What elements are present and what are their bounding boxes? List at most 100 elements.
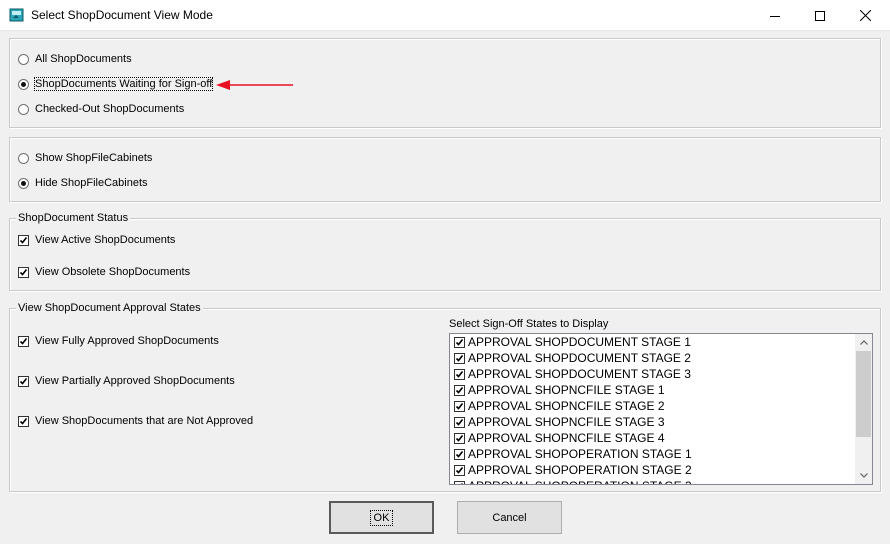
radio-show-cabinets-indicator[interactable]: [18, 152, 29, 164]
radio-show-cabinets[interactable]: Show ShopFileCabinets: [18, 152, 152, 164]
signoff-state-checkbox[interactable]: [454, 464, 465, 476]
signoff-state-label: APPROVAL SHOPOPERATION STAGE 1: [468, 447, 692, 461]
checkmark-icon: [19, 268, 28, 276]
check-not-approved[interactable]: View ShopDocuments that are Not Approved: [18, 415, 253, 427]
signoff-state-label: APPROVAL SHOPOPERATION STAGE 3: [468, 479, 692, 484]
checkmark-icon: [455, 354, 464, 362]
minimize-icon: [770, 15, 780, 17]
checkmark-icon: [455, 402, 464, 410]
check-partially-approved-label: View Partially Approved ShopDocuments: [35, 375, 235, 387]
checkmark-icon: [455, 338, 464, 346]
ok-button[interactable]: OK: [329, 501, 434, 534]
radio-hide-cabinets-label: Hide ShopFileCabinets: [35, 177, 148, 189]
chevron-up-icon: [859, 340, 868, 345]
minimize-button[interactable]: [752, 0, 798, 31]
checkmark-icon: [455, 418, 464, 426]
close-icon: [859, 10, 871, 21]
radio-checked-out[interactable]: Checked-Out ShopDocuments: [18, 103, 184, 115]
cancel-button-label: Cancel: [492, 511, 527, 524]
signoff-state-item[interactable]: APPROVAL SHOPNCFILE STAGE 2: [450, 398, 856, 414]
signoff-state-checkbox[interactable]: [454, 400, 465, 412]
title-bar: Select ShopDocument View Mode: [0, 0, 890, 31]
signoff-state-checkbox[interactable]: [454, 416, 465, 428]
signoff-state-item[interactable]: APPROVAL SHOPNCFILE STAGE 3: [450, 414, 856, 430]
signoff-state-item[interactable]: APPROVAL SHOPNCFILE STAGE 4: [450, 430, 856, 446]
signoff-state-item[interactable]: APPROVAL SHOPOPERATION STAGE 3: [450, 478, 856, 484]
checkmark-icon: [455, 450, 464, 458]
check-partially-approved-box[interactable]: [18, 375, 29, 387]
checkmark-icon: [455, 370, 464, 378]
red-arrow-icon: [216, 80, 293, 90]
radio-waiting-signoff[interactable]: ShopDocuments Waiting for Sign-off: [18, 77, 214, 91]
check-active-box[interactable]: [18, 234, 29, 246]
radio-checked-out-indicator[interactable]: [18, 103, 29, 115]
check-fully-approved[interactable]: View Fully Approved ShopDocuments: [18, 335, 219, 347]
close-button[interactable]: [842, 0, 888, 31]
check-fully-approved-label: View Fully Approved ShopDocuments: [35, 335, 219, 347]
radio-checked-out-label: Checked-Out ShopDocuments: [35, 103, 185, 115]
window-title: Select ShopDocument View Mode: [31, 8, 213, 22]
checkmark-icon: [455, 434, 464, 442]
signoff-states-items: APPROVAL SHOPDOCUMENT STAGE 1 APPROVAL SH…: [450, 334, 856, 484]
signoff-state-checkbox[interactable]: [454, 336, 465, 348]
scroll-down-button[interactable]: [855, 467, 872, 484]
signoff-state-label: APPROVAL SHOPDOCUMENT STAGE 3: [468, 367, 691, 381]
signoff-state-checkbox[interactable]: [454, 480, 465, 484]
signoff-state-label: APPROVAL SHOPNCFILE STAGE 2: [468, 399, 665, 413]
signoff-state-checkbox[interactable]: [454, 448, 465, 460]
radio-all-label: All ShopDocuments: [35, 53, 132, 65]
scroll-thumb[interactable]: [856, 351, 871, 437]
checkmark-icon: [455, 386, 464, 394]
radio-waiting-indicator[interactable]: [18, 78, 29, 90]
signoff-state-label: APPROVAL SHOPNCFILE STAGE 1: [468, 383, 665, 397]
radio-all-shopdocuments[interactable]: All ShopDocuments: [18, 53, 132, 65]
check-partially-approved[interactable]: View Partially Approved ShopDocuments: [18, 375, 235, 387]
signoff-state-label: APPROVAL SHOPNCFILE STAGE 3: [468, 415, 665, 429]
maximize-button[interactable]: [797, 0, 843, 31]
radio-hide-cabinets[interactable]: Hide ShopFileCabinets: [18, 177, 148, 189]
check-obsolete[interactable]: View Obsolete ShopDocuments: [18, 266, 190, 278]
ok-button-label: OK: [369, 509, 394, 526]
signoff-state-item[interactable]: APPROVAL SHOPDOCUMENT STAGE 2: [450, 350, 856, 366]
checkmark-icon: [19, 377, 28, 385]
vertical-scrollbar[interactable]: [855, 334, 872, 484]
check-obsolete-label: View Obsolete ShopDocuments: [35, 266, 191, 278]
check-obsolete-box[interactable]: [18, 266, 29, 278]
scroll-up-button[interactable]: [855, 334, 872, 351]
signoff-state-label: APPROVAL SHOPNCFILE STAGE 4: [468, 431, 665, 445]
signoff-state-checkbox[interactable]: [454, 432, 465, 444]
radio-hide-cabinets-indicator[interactable]: [18, 177, 29, 189]
checkmark-icon: [19, 337, 28, 345]
signoff-state-item[interactable]: APPROVAL SHOPNCFILE STAGE 1: [450, 382, 856, 398]
approval-group-title: View ShopDocument Approval States: [16, 302, 203, 314]
signoff-state-item[interactable]: APPROVAL SHOPOPERATION STAGE 1: [450, 446, 856, 462]
chevron-down-icon: [859, 473, 868, 478]
status-group-title: ShopDocument Status: [16, 212, 131, 224]
signoff-state-item[interactable]: APPROVAL SHOPOPERATION STAGE 2: [450, 462, 856, 478]
signoff-state-checkbox[interactable]: [454, 368, 465, 380]
signoff-state-checkbox[interactable]: [454, 352, 465, 364]
signoff-states-list[interactable]: APPROVAL SHOPDOCUMENT STAGE 1 APPROVAL SH…: [449, 333, 873, 485]
radio-waiting-label: ShopDocuments Waiting for Sign-off: [33, 77, 214, 91]
signoff-states-label: Select Sign-Off States to Display: [449, 318, 609, 330]
signoff-state-label: APPROVAL SHOPDOCUMENT STAGE 1: [468, 335, 691, 349]
signoff-state-label: APPROVAL SHOPDOCUMENT STAGE 2: [468, 351, 691, 365]
check-not-approved-label: View ShopDocuments that are Not Approved: [35, 415, 254, 427]
check-not-approved-box[interactable]: [18, 415, 29, 427]
shopdocument-app-icon[interactable]: [9, 7, 25, 23]
status-group: [9, 218, 881, 291]
checkmark-icon: [19, 417, 28, 425]
signoff-state-item[interactable]: APPROVAL SHOPDOCUMENT STAGE 3: [450, 366, 856, 382]
signoff-state-checkbox[interactable]: [454, 384, 465, 396]
radio-show-cabinets-label: Show ShopFileCabinets: [35, 152, 153, 164]
cabinets-group: [9, 137, 881, 202]
check-fully-approved-box[interactable]: [18, 335, 29, 347]
check-active-label: View Active ShopDocuments: [35, 234, 176, 246]
cancel-button[interactable]: Cancel: [457, 501, 562, 534]
signoff-state-label: APPROVAL SHOPOPERATION STAGE 2: [468, 463, 692, 477]
signoff-state-item[interactable]: APPROVAL SHOPDOCUMENT STAGE 1: [450, 334, 856, 350]
check-active[interactable]: View Active ShopDocuments: [18, 234, 175, 246]
checkmark-icon: [455, 466, 464, 474]
maximize-icon: [815, 10, 825, 21]
radio-all-indicator[interactable]: [18, 53, 29, 65]
